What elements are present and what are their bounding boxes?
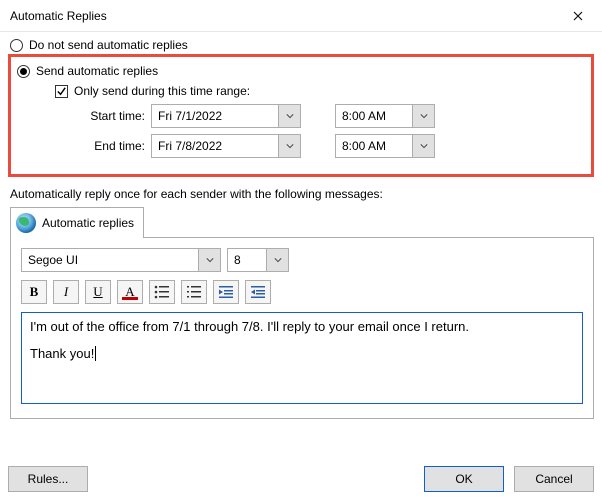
color-bar [122, 297, 138, 300]
chevron-down-icon [278, 105, 300, 127]
close-icon [573, 11, 583, 21]
end-date-combo[interactable]: Fri 7/8/2022 [151, 134, 301, 158]
bulleted-list-icon [154, 285, 170, 299]
chevron-down-icon [412, 135, 434, 157]
radio-send[interactable]: Send automatic replies [17, 64, 585, 78]
increase-indent-button[interactable] [245, 280, 271, 304]
end-date-value: Fri 7/8/2022 [152, 139, 222, 153]
radio-on-indicator [17, 65, 30, 78]
time-range-label: Only send during this time range: [74, 84, 250, 98]
underline-button[interactable]: U [85, 280, 111, 304]
editor-line-2: Thank you! [30, 346, 94, 361]
ok-button[interactable]: OK [424, 466, 504, 492]
font-color-button[interactable]: A [117, 280, 143, 304]
tab-label: Automatic replies [42, 216, 134, 230]
radio-off-label: Do not send automatic replies [29, 38, 188, 52]
bold-icon: B [30, 284, 39, 300]
end-time-value: 8:00 AM [336, 139, 386, 153]
chevron-down-icon [198, 249, 220, 271]
bulleted-list-button[interactable] [149, 280, 175, 304]
highlight-box: Send automatic replies Only send during … [8, 54, 594, 177]
start-time-combo[interactable]: 8:00 AM [335, 104, 435, 128]
font-size-combo[interactable]: 8 [227, 248, 289, 272]
numbered-list-icon [186, 285, 202, 299]
chevron-down-icon [278, 135, 300, 157]
tab-panel: Segoe UI 8 B I U A [10, 237, 594, 419]
font-name-combo[interactable]: Segoe UI [21, 248, 221, 272]
decrease-indent-icon [218, 285, 234, 299]
radio-off-indicator [10, 39, 23, 52]
start-date-value: Fri 7/1/2022 [152, 109, 222, 123]
italic-icon: I [64, 284, 68, 300]
start-time-label: Start time: [87, 109, 151, 123]
chevron-down-icon [266, 249, 288, 271]
bold-button[interactable]: B [21, 280, 47, 304]
globe-icon [16, 213, 36, 233]
rules-button[interactable]: Rules... [8, 466, 88, 492]
start-date-combo[interactable]: Fri 7/1/2022 [151, 104, 301, 128]
time-range-checkbox[interactable]: Only send during this time range: [55, 84, 585, 98]
window-title: Automatic Replies [10, 9, 107, 23]
section-label: Automatically reply once for each sender… [10, 187, 592, 201]
tab-automatic-replies[interactable]: Automatic replies [10, 207, 144, 238]
cancel-button[interactable]: Cancel [514, 466, 594, 492]
font-name-value: Segoe UI [22, 253, 78, 267]
message-editor[interactable]: I'm out of the office from 7/1 through 7… [21, 312, 583, 404]
radio-on-label: Send automatic replies [36, 64, 158, 78]
underline-icon: U [93, 284, 102, 300]
increase-indent-icon [250, 285, 266, 299]
decrease-indent-button[interactable] [213, 280, 239, 304]
font-size-value: 8 [228, 253, 241, 267]
radio-do-not-send[interactable]: Do not send automatic replies [10, 38, 594, 52]
close-button[interactable] [556, 1, 600, 31]
checkbox-indicator [55, 85, 68, 98]
editor-line-1: I'm out of the office from 7/1 through 7… [30, 319, 469, 334]
end-time-combo[interactable]: 8:00 AM [335, 134, 435, 158]
text-caret [95, 346, 96, 361]
end-time-label: End time: [87, 139, 151, 153]
chevron-down-icon [412, 105, 434, 127]
italic-button[interactable]: I [53, 280, 79, 304]
titlebar: Automatic Replies [0, 0, 602, 32]
start-time-value: 8:00 AM [336, 109, 386, 123]
numbered-list-button[interactable] [181, 280, 207, 304]
